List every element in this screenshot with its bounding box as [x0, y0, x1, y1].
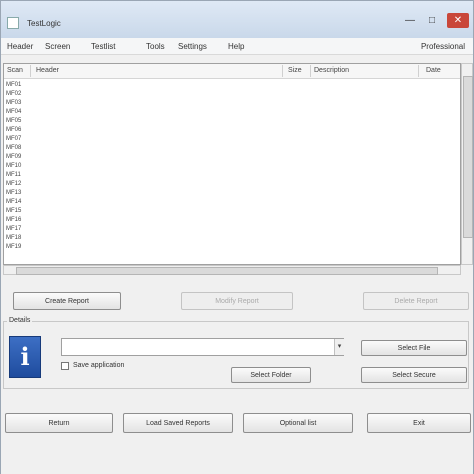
- list-vertical-scrollbar[interactable]: [461, 63, 473, 265]
- chevron-down-icon[interactable]: ▾: [334, 339, 344, 355]
- menu-bar: Header Screen Testlist Tools Settings He…: [1, 38, 473, 55]
- list-horizontal-scrollbar[interactable]: [3, 265, 461, 275]
- list-item[interactable]: MF19: [6, 243, 21, 252]
- col-date[interactable]: Date: [426, 67, 441, 74]
- list-item[interactable]: MF12: [6, 180, 21, 189]
- info-icon: i: [9, 336, 41, 378]
- list-item[interactable]: MF18: [6, 234, 21, 243]
- app-icon: [7, 17, 19, 29]
- col-scan[interactable]: Scan: [7, 67, 23, 74]
- select-file-button[interactable]: Select File: [361, 340, 467, 356]
- exit-button[interactable]: Exit: [367, 413, 471, 433]
- list-item[interactable]: MF06: [6, 126, 21, 135]
- list-item[interactable]: MF03: [6, 99, 21, 108]
- menu-testlist[interactable]: Testlist: [91, 42, 115, 51]
- list-item[interactable]: MF07: [6, 135, 21, 144]
- save-application-checkbox[interactable]: [61, 362, 69, 370]
- status-bar: [1, 461, 473, 474]
- window-title: TestLogic: [27, 19, 61, 28]
- return-button[interactable]: Return: [5, 413, 113, 433]
- list-item[interactable]: MF08: [6, 144, 21, 153]
- menu-edition: Professional: [420, 42, 465, 51]
- delete-report-button[interactable]: Delete Report: [363, 292, 469, 310]
- title-bar: TestLogic — □ ✕: [1, 1, 473, 38]
- create-report-button[interactable]: Create Report: [13, 292, 121, 310]
- report-list[interactable]: Scan Header Size Description Date MF01 M…: [3, 63, 461, 265]
- list-header: Scan Header Size Description Date: [4, 64, 460, 79]
- close-icon[interactable]: ✕: [447, 13, 469, 28]
- list-item[interactable]: MF13: [6, 189, 21, 198]
- select-folder-button[interactable]: Select Folder: [231, 367, 311, 383]
- minimize-icon[interactable]: —: [405, 15, 415, 26]
- modify-report-button[interactable]: Modify Report: [181, 292, 293, 310]
- list-item[interactable]: MF10: [6, 162, 21, 171]
- scroll-thumb[interactable]: [16, 267, 438, 275]
- app-window: TestLogic — □ ✕ Header Screen Testlist T…: [0, 0, 474, 474]
- list-item[interactable]: MF17: [6, 225, 21, 234]
- list-item[interactable]: MF05: [6, 117, 21, 126]
- list-item[interactable]: MF15: [6, 207, 21, 216]
- menu-tools[interactable]: Tools: [146, 42, 165, 51]
- menu-screen[interactable]: Screen: [45, 42, 70, 51]
- list-item[interactable]: MF04: [6, 108, 21, 117]
- optional-list-button[interactable]: Optional list: [243, 413, 353, 433]
- list-item[interactable]: MF16: [6, 216, 21, 225]
- menu-settings[interactable]: Settings: [178, 42, 207, 51]
- list-item[interactable]: MF14: [6, 198, 21, 207]
- list-item[interactable]: MF02: [6, 90, 21, 99]
- list-item[interactable]: MF09: [6, 153, 21, 162]
- maximize-icon[interactable]: □: [429, 15, 435, 26]
- menu-help[interactable]: Help: [228, 42, 244, 51]
- col-size[interactable]: Size: [288, 67, 302, 74]
- path-input[interactable]: [61, 338, 344, 356]
- details-group-label: Details: [7, 317, 33, 324]
- col-header[interactable]: Header: [36, 67, 59, 74]
- list-item[interactable]: MF01: [6, 81, 21, 90]
- save-application-label: Save application: [73, 362, 125, 369]
- list-item[interactable]: MF11: [6, 171, 21, 180]
- select-secure-button[interactable]: Select Secure: [361, 367, 467, 383]
- scroll-thumb[interactable]: [463, 76, 473, 238]
- load-saved-reports-button[interactable]: Load Saved Reports: [123, 413, 233, 433]
- menu-header[interactable]: Header: [7, 42, 33, 51]
- col-description[interactable]: Description: [314, 67, 349, 74]
